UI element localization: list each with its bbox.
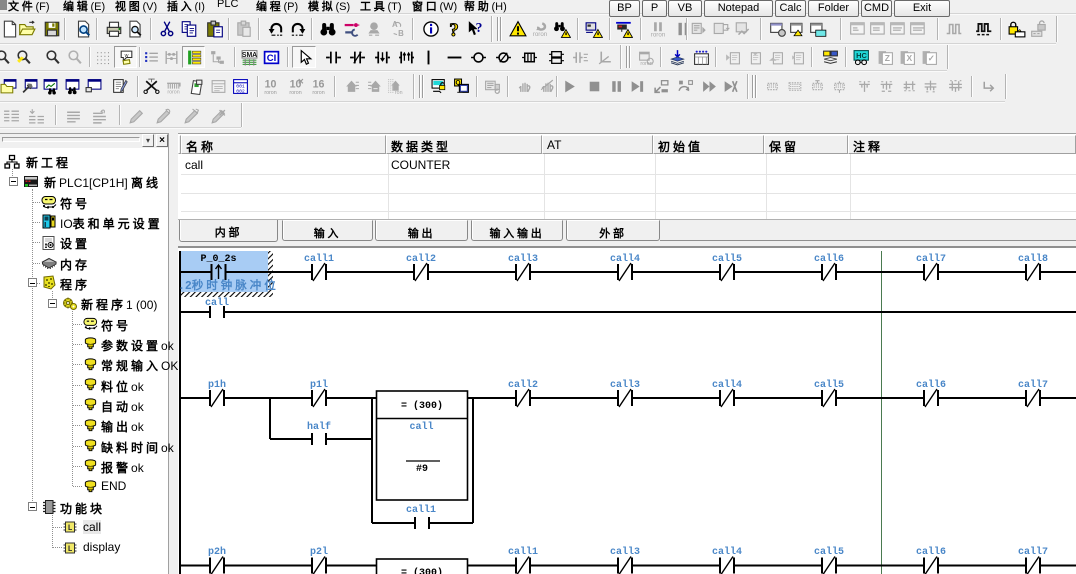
svg-text:call5: call5 xyxy=(814,379,844,391)
svg-text:?: ? xyxy=(449,20,459,38)
svg-text:L: L xyxy=(68,524,73,533)
svg-text:roron: roron xyxy=(264,90,276,95)
svg-text:002: 002 xyxy=(236,88,245,94)
svg-text:call4: call4 xyxy=(610,253,640,265)
svg-text:call7: call7 xyxy=(1018,379,1048,391)
svg-text:call3: call3 xyxy=(610,379,640,391)
svg-text:call4: call4 xyxy=(712,379,742,391)
svg-text:call3: call3 xyxy=(508,253,538,265)
svg-text:A: A xyxy=(392,20,398,29)
svg-text:Z: Z xyxy=(885,53,890,63)
svg-text:call2: call2 xyxy=(406,253,436,265)
svg-text:call1: call1 xyxy=(508,546,538,558)
svg-text:call4: call4 xyxy=(712,546,742,558)
svg-text:call5: call5 xyxy=(814,546,844,558)
svg-text:call6: call6 xyxy=(814,253,844,265)
svg-text:call3: call3 xyxy=(610,546,640,558)
svg-text:call2: call2 xyxy=(508,379,538,391)
svg-text:roron: roron xyxy=(167,89,179,95)
svg-text:call5: call5 xyxy=(712,253,742,265)
svg-text:10: 10 xyxy=(265,79,277,91)
svg-text:.2秒时钟脉冲位: .2秒时钟脉冲位 xyxy=(178,278,279,293)
svg-text:B: B xyxy=(398,29,404,38)
svg-text:p2h: p2h xyxy=(208,546,226,558)
svg-text:call6: call6 xyxy=(916,379,946,391)
svg-text:L: L xyxy=(68,545,73,554)
svg-text:= (300): = (300) xyxy=(401,567,443,574)
svg-text:?: ? xyxy=(476,20,483,35)
svg-text:roron: roron xyxy=(289,90,301,95)
svg-text:call6: call6 xyxy=(916,546,946,558)
svg-text:call7: call7 xyxy=(1018,546,1048,558)
svg-text:call1: call1 xyxy=(406,504,436,516)
svg-text:ron: ron xyxy=(395,90,403,95)
svg-text:roron: roron xyxy=(533,31,548,38)
svg-text:16: 16 xyxy=(313,79,325,91)
svg-text:p1l: p1l xyxy=(310,379,328,391)
svg-text:call: call xyxy=(205,297,229,309)
svg-text:call8: call8 xyxy=(1018,253,1048,265)
svg-text:X: X xyxy=(906,53,912,63)
svg-text:= (300): = (300) xyxy=(401,400,443,412)
svg-text:call: call xyxy=(409,421,433,433)
svg-text:roron: roron xyxy=(640,61,652,66)
svg-text:call1: call1 xyxy=(304,253,334,265)
svg-text:p2l: p2l xyxy=(310,546,328,558)
svg-text:roron: roron xyxy=(651,31,666,38)
svg-text:half: half xyxy=(307,421,331,433)
svg-text:roron: roron xyxy=(312,90,324,95)
svg-text:SMA: SMA xyxy=(242,52,257,59)
svg-text:#9: #9 xyxy=(416,464,428,475)
svg-text:HC: HC xyxy=(856,51,867,60)
svg-text:p1h: p1h xyxy=(208,379,226,391)
svg-text:✓: ✓ xyxy=(928,53,935,63)
svg-text:call7: call7 xyxy=(916,253,946,265)
svg-text:w: w xyxy=(125,53,129,59)
svg-text:CI: CI xyxy=(267,53,277,64)
svg-text:P_0_2s: P_0_2s xyxy=(200,254,236,265)
